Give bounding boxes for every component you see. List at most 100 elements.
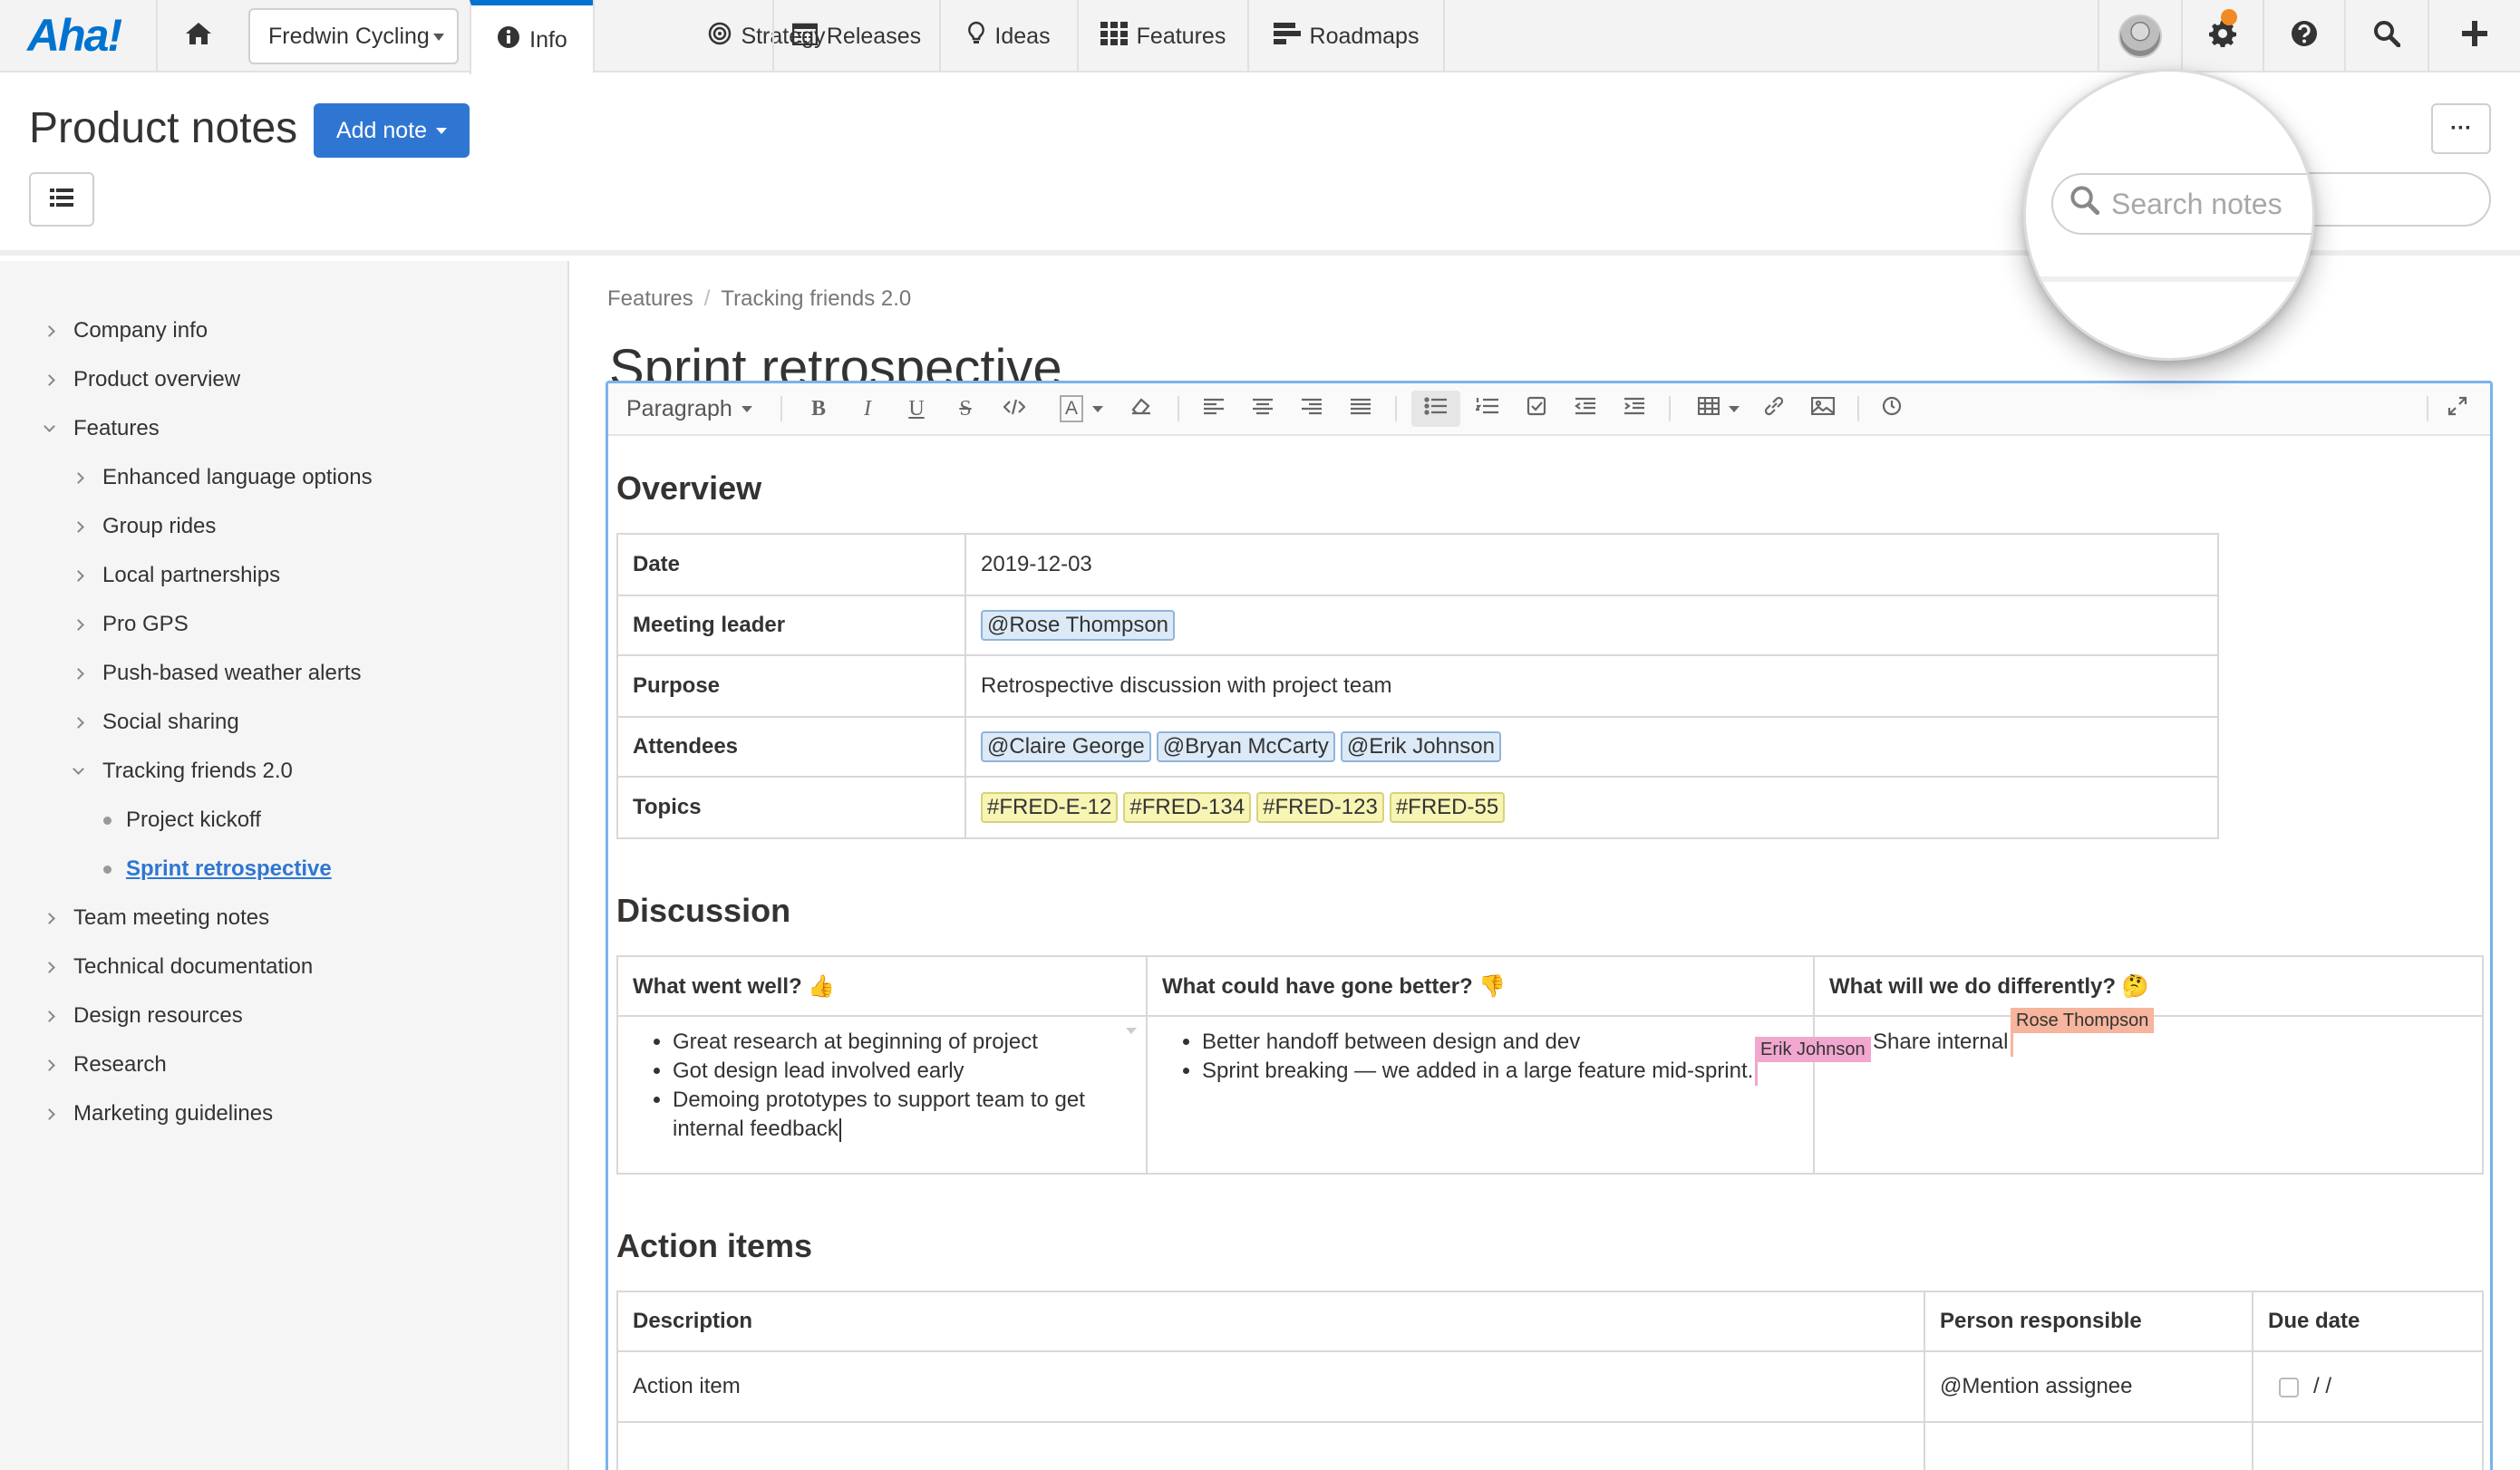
sidebar-item[interactable]: Features (0, 406, 160, 451)
action-description[interactable]: Action item (617, 1351, 1924, 1422)
discussion-heading: Discussion (616, 892, 790, 930)
action-due-date[interactable]: / / (2253, 1351, 2483, 1422)
chevron-right-icon (73, 668, 84, 680)
sidebar-item[interactable]: Marketing guidelines (0, 1091, 273, 1136)
justify-button[interactable] (1342, 391, 1379, 427)
meeting-leader-value[interactable]: @Rose Thompson (965, 595, 2218, 655)
table-cell[interactable] (2253, 1422, 2483, 1470)
code-button[interactable] (996, 391, 1032, 427)
settings-button[interactable] (2181, 0, 2263, 73)
timestamp-button[interactable] (1874, 391, 1910, 427)
chevron-right-icon (44, 1011, 55, 1022)
do-differently-cell[interactable]: Share internal (1814, 1016, 2483, 1174)
attendees-value[interactable]: @Claire George@Bryan McCarty@Erik Johnso… (965, 717, 2218, 777)
user-menu[interactable] (2098, 0, 2181, 73)
bullet-list-button[interactable] (1411, 391, 1460, 427)
topics-value[interactable]: #FRED-E-12#FRED-134#FRED-123#FRED-55 (965, 777, 2218, 838)
sidebar-item[interactable]: Research (0, 1042, 167, 1088)
font-color-button[interactable]: A (1052, 391, 1110, 427)
clear-format-button[interactable] (1123, 391, 1159, 427)
more-options-button[interactable]: ··· (2431, 103, 2491, 154)
align-center-button[interactable] (1245, 391, 1281, 427)
sidebar-item[interactable]: Project kickoff (0, 798, 261, 843)
mention-chip[interactable]: @Bryan McCarty (1157, 731, 1335, 762)
help-button[interactable] (2263, 0, 2344, 73)
sidebar-item[interactable]: Social sharing (0, 700, 239, 745)
chevron-down-icon[interactable] (1126, 1028, 1137, 1034)
sidebar-item[interactable]: Pro GPS (0, 602, 189, 647)
record-tag[interactable]: #FRED-55 (1390, 792, 1505, 823)
roadmap-icon (1274, 22, 1301, 52)
add-note-button[interactable]: Add note (314, 103, 470, 158)
sidebar-item[interactable]: Team meeting notes (0, 895, 269, 941)
table-cell[interactable] (1924, 1422, 2253, 1470)
sidebar-item[interactable]: Local partnerships (0, 553, 280, 598)
sidebar-item[interactable]: Product overview (0, 357, 240, 402)
checkbox[interactable] (2279, 1378, 2299, 1397)
breadcrumb-item[interactable]: Tracking friends 2.0 (721, 286, 911, 311)
target-icon (708, 22, 732, 52)
column-header: What could have gone better? 👎 (1147, 956, 1814, 1016)
purpose-value[interactable]: Retrospective discussion with project te… (965, 655, 2218, 717)
went-well-list: Great research at beginning of project G… (673, 1028, 1131, 1144)
bold-button[interactable]: B (800, 391, 837, 427)
align-right-button[interactable] (1294, 391, 1330, 427)
tab-info[interactable]: Info (470, 0, 593, 74)
went-well-cell[interactable]: Great research at beginning of project G… (617, 1016, 1147, 1174)
outdent-button[interactable] (1567, 391, 1604, 427)
mention-chip[interactable]: @Rose Thompson (981, 610, 1175, 641)
sidebar-item[interactable]: Push-based weather alerts (0, 651, 362, 696)
chevron-right-icon (73, 619, 84, 631)
align-left-button[interactable] (1196, 391, 1232, 427)
action-assignee[interactable]: @Mention assignee (1924, 1351, 2253, 1422)
sidebar-item[interactable]: Sprint retrospective (0, 846, 332, 892)
image-button[interactable] (1805, 391, 1841, 427)
record-tag[interactable]: #FRED-E-12 (981, 792, 1118, 823)
fullscreen-button[interactable] (2439, 391, 2476, 427)
gone-better-cell[interactable]: Better handoff between design and dev Sp… (1147, 1016, 1814, 1174)
indent-button[interactable] (1616, 391, 1653, 427)
tab-features[interactable]: Features (1077, 0, 1247, 73)
sidebar-item[interactable]: Design resources (0, 993, 243, 1039)
table-row: Topics #FRED-E-12#FRED-134#FRED-123#FRED… (617, 777, 2218, 838)
sidebar-item[interactable]: Enhanced language options (0, 455, 373, 500)
strikethrough-button[interactable]: S (947, 391, 984, 427)
sidebar-item-label: Team meeting notes (73, 905, 269, 931)
sidebar-item[interactable]: Tracking friends 2.0 (0, 749, 293, 794)
align-left-icon (1203, 396, 1225, 421)
indent-icon (1623, 396, 1645, 421)
home-button[interactable] (156, 0, 239, 73)
sidebar-item[interactable]: Technical documentation (0, 944, 313, 990)
date-value[interactable]: 2019-12-03 (965, 534, 2218, 595)
record-tag[interactable]: #FRED-134 (1123, 792, 1251, 823)
breadcrumb-item[interactable]: Features (607, 286, 693, 311)
sidebar-item[interactable]: Group rides (0, 504, 216, 549)
table-cell[interactable] (617, 1422, 1924, 1470)
bold-icon: B (811, 397, 826, 421)
chevron-right-icon (44, 913, 55, 924)
collaborator-cursor (2011, 1030, 2013, 1057)
paragraph-style-select[interactable]: Paragraph (626, 391, 762, 427)
chevron-down-icon (44, 421, 55, 432)
workspace-selector[interactable]: Fredwin Cycling (248, 8, 459, 64)
document-title[interactable]: Sprint retrospective (609, 335, 1062, 382)
sidebar-item[interactable]: Company info (0, 308, 208, 353)
mention-chip[interactable]: @Erik Johnson (1341, 731, 1501, 762)
sidebar-item-label: Design resources (73, 1003, 243, 1029)
add-button[interactable] (2428, 0, 2520, 73)
search-button[interactable] (2344, 0, 2428, 73)
tab-releases[interactable]: Releases (772, 0, 939, 73)
link-button[interactable] (1756, 391, 1792, 427)
tab-roadmaps[interactable]: Roadmaps (1247, 0, 1445, 73)
table-button[interactable] (1687, 391, 1750, 427)
tab-ideas[interactable]: Ideas (939, 0, 1077, 73)
checklist-button[interactable] (1518, 391, 1555, 427)
list-item: Great research at beginning of project (673, 1028, 1131, 1057)
record-tag[interactable]: #FRED-123 (1256, 792, 1384, 823)
numbered-list-button[interactable] (1469, 391, 1506, 427)
aha-logo[interactable]: Aha! (27, 9, 121, 62)
list-view-toggle[interactable] (29, 172, 94, 227)
italic-button[interactable]: I (849, 391, 886, 427)
underline-button[interactable]: U (898, 391, 935, 427)
mention-chip[interactable]: @Claire George (981, 731, 1151, 762)
